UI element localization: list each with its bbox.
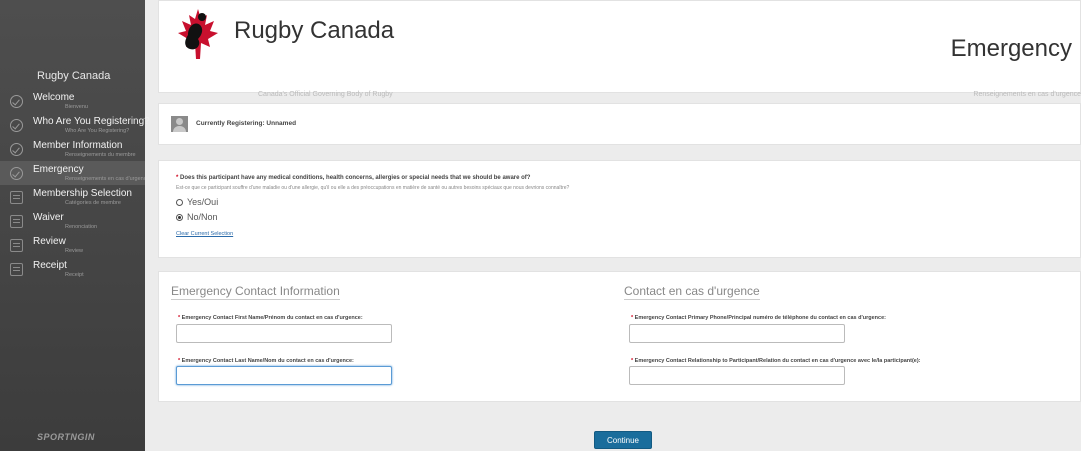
sidebar-item-label: Who Are You Registering? <box>33 116 150 127</box>
medical-question: * Does this participant have any medical… <box>176 175 530 181</box>
document-icon <box>10 215 23 228</box>
required-marker: * <box>176 175 179 181</box>
sidebar-item-membership-selection[interactable]: Membership Selection Catégories de membr… <box>0 185 145 209</box>
radio-no[interactable]: No/Non <box>176 212 218 222</box>
last-name-label-text: Emergency Contact Last Name/Nom du conta… <box>181 358 354 364</box>
sidebar-title: Rugby Canada <box>37 70 111 82</box>
check-circle-icon <box>10 167 23 180</box>
first-name-input[interactable] <box>176 324 392 343</box>
first-name-label-text: Emergency Contact First Name/Prénom du c… <box>181 315 363 321</box>
relationship-label-text: Emergency Contact Relationship to Partic… <box>634 358 921 364</box>
org-name: Rugby Canada <box>234 17 395 44</box>
sidebar-item-label: Emergency <box>33 164 84 175</box>
check-circle-icon <box>10 95 23 108</box>
medical-conditions-panel: * Does this participant have any medical… <box>158 160 1081 258</box>
wizard-steps: Welcome Bienvenu Who Are You Registering… <box>0 89 150 281</box>
page-header: Rugby Canada Emergency <box>158 0 1081 93</box>
sidebar-item-label: Welcome <box>33 92 75 103</box>
sidebar-item-label: Receipt <box>33 260 67 271</box>
tagline-bar: Canada's Official Governing Body of Rugb… <box>158 91 1081 101</box>
primary-phone-input[interactable] <box>629 324 845 343</box>
sidebar-item-emergency[interactable]: Emergency Renseignements en cas d'urgenc… <box>0 161 145 185</box>
page-title: Emergency <box>950 35 1072 62</box>
sidebar-item-sublabel: Receipt <box>65 272 84 278</box>
sidebar-item-who-are-you-registering[interactable]: Who Are You Registering? Who Are You Reg… <box>0 113 150 137</box>
sidebar-item-sublabel: Bienvenu <box>65 104 88 110</box>
radio-yes-label: Yes/Oui <box>187 197 219 207</box>
relationship-input[interactable] <box>629 366 845 385</box>
emergency-contact-title-fr: Contact en cas d'urgence <box>624 284 760 300</box>
relationship-label: * Emergency Contact Relationship to Part… <box>631 358 921 364</box>
sportngin-logo[interactable]: SPORTNGIN <box>37 432 95 442</box>
sidebar-item-label: Membership Selection <box>33 188 132 199</box>
sidebar-item-sublabel: Catégories de membre <box>65 200 121 206</box>
radio-yes[interactable]: Yes/Oui <box>176 197 218 207</box>
sidebar-item-waiver[interactable]: Waiver Renonciation <box>0 209 145 233</box>
emergency-contact-title: Emergency Contact Information <box>171 284 340 300</box>
last-name-input[interactable] <box>176 366 392 385</box>
required-marker: * <box>178 315 181 321</box>
last-name-label: * Emergency Contact Last Name/Nom du con… <box>178 358 354 364</box>
sidebar: Rugby Canada Welcome Bienvenu Who Are Yo… <box>0 0 150 451</box>
medical-question-text: Does this participant have any medical c… <box>180 175 531 181</box>
sidebar-item-label: Review <box>33 236 66 247</box>
page-subtitle: Renseignements en cas d'urgence <box>973 91 1081 98</box>
medical-question-fr: Est-ce que ce participant souffre d'une … <box>176 185 570 191</box>
avatar-icon <box>171 116 188 132</box>
sidebar-item-sublabel: Who Are You Registering? <box>65 128 130 134</box>
radio-yes-circle[interactable] <box>176 198 183 206</box>
check-circle-icon <box>10 119 23 132</box>
sidebar-item-member-information[interactable]: Member Information Renseignements du mem… <box>0 137 145 161</box>
sidebar-item-sublabel: Review <box>65 248 84 254</box>
continue-button[interactable]: Continue <box>594 431 652 449</box>
document-icon <box>10 239 23 252</box>
sidebar-item-welcome[interactable]: Welcome Bienvenu <box>0 89 145 113</box>
currently-registering-text: Currently Registering: Unnamed <box>196 120 297 127</box>
required-marker: * <box>178 358 181 364</box>
sidebar-item-sublabel: Renseignements en cas d'urgence <box>65 176 145 182</box>
radio-no-label: No/Non <box>187 212 218 222</box>
document-icon <box>10 191 23 204</box>
required-marker: * <box>631 358 634 364</box>
clear-selection-link[interactable]: Clear Current Selection <box>176 231 233 237</box>
first-name-label: * Emergency Contact First Name/Prénom du… <box>178 315 363 321</box>
primary-phone-label-text: Emergency Contact Primary Phone/Principa… <box>634 315 886 321</box>
check-circle-icon <box>10 143 23 156</box>
required-marker: * <box>631 315 634 321</box>
emergency-contact-panel: Emergency Contact Information Contact en… <box>158 271 1081 402</box>
primary-phone-label: * Emergency Contact Primary Phone/Princi… <box>631 315 886 321</box>
rugby-canada-logo-icon <box>178 9 218 59</box>
sidebar-item-label: Member Information <box>33 140 123 151</box>
sidebar-item-receipt[interactable]: Receipt Receipt <box>0 257 145 281</box>
document-icon <box>10 263 23 276</box>
org-tagline: Canada's Official Governing Body of Rugb… <box>258 91 393 98</box>
currently-registering-panel: Currently Registering: Unnamed <box>158 103 1081 145</box>
sidebar-item-review[interactable]: Review Review <box>0 233 145 257</box>
sidebar-item-sublabel: Renseignements du membre <box>65 152 136 158</box>
sidebar-item-label: Waiver <box>33 212 64 223</box>
radio-no-circle[interactable] <box>176 213 183 221</box>
sidebar-item-sublabel: Renonciation <box>65 224 98 230</box>
